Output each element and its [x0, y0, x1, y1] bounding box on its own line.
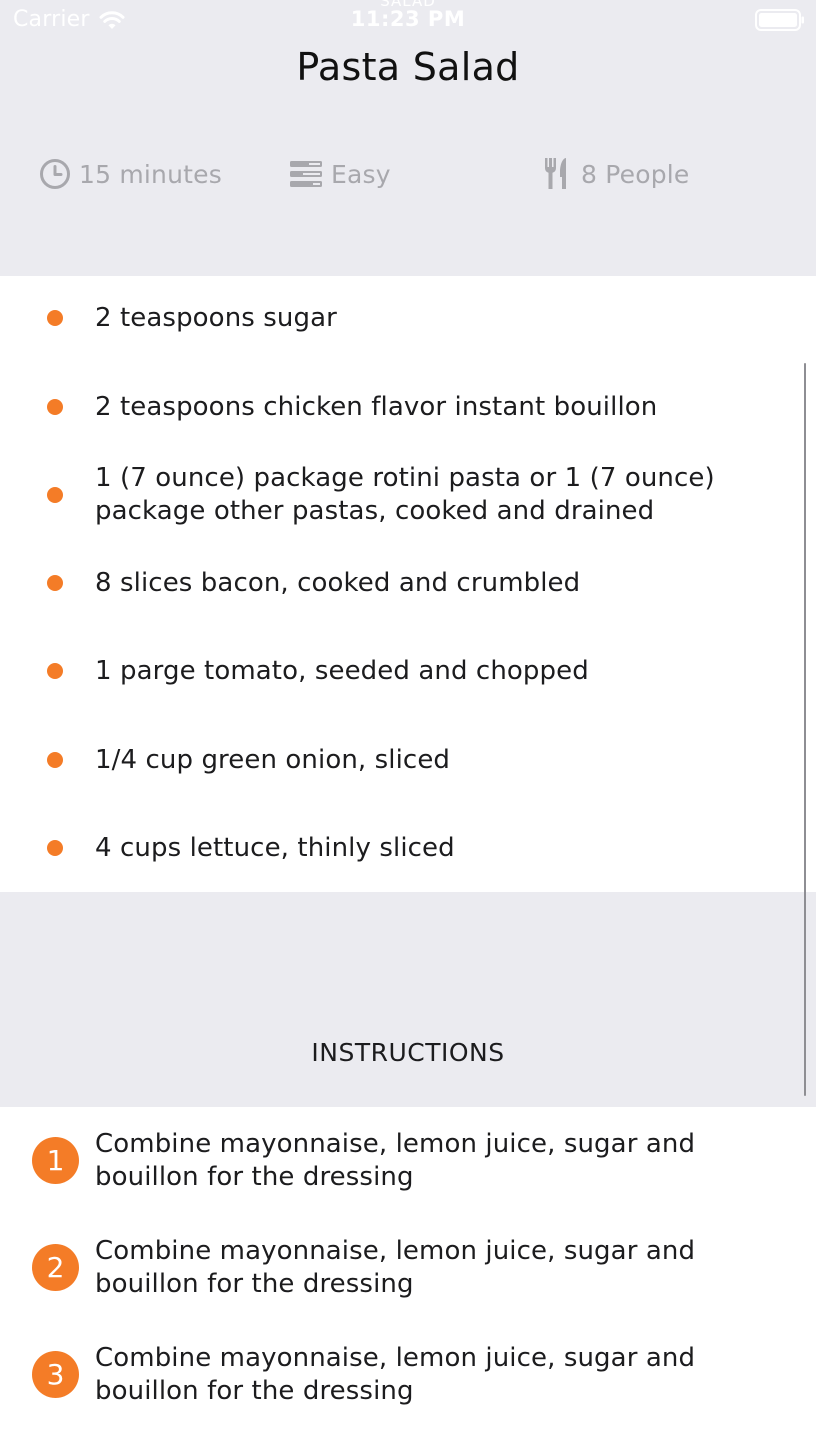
prep-time-label: 15 minutes: [79, 159, 222, 189]
step-text: Combine mayonnaise, lemon juice, sugar a…: [95, 1343, 696, 1406]
ingredients-list: 2 teaspoons sugar 2 teaspoons chicken fl…: [0, 276, 816, 892]
prep-time: 15 minutes: [39, 156, 222, 192]
clock-icon: [40, 159, 70, 189]
bullet-icon: [47, 663, 63, 679]
step-number-badge: 2: [32, 1244, 79, 1291]
battery-icon: [755, 9, 804, 31]
ingredient-text: 1 parge tomato, seeded and chopped: [95, 656, 589, 686]
difficulty-label: Easy: [331, 159, 391, 189]
ingredient-text: 1/4 cup green onion, sliced: [95, 745, 451, 775]
instructions-title: INSTRUCTIONS: [311, 1038, 505, 1067]
ingredient-text: 2 teaspoons chicken flavor instant bouil…: [95, 392, 658, 422]
recipe-title: Pasta Salad: [296, 45, 520, 89]
step-number-badge: 3: [32, 1351, 79, 1398]
bullet-icon: [47, 487, 63, 503]
bullet-icon: [47, 575, 63, 591]
utensils-icon: [544, 158, 566, 189]
status-time: 11:23 PM: [350, 7, 466, 31]
instructions-list: 1 Combine mayonnaise, lemon juice, sugar…: [0, 1107, 816, 1451]
ingredient-text: 4 cups lettuce, thinly sliced: [95, 833, 455, 863]
difficulty-icon: [290, 161, 322, 187]
ingredient-text: 8 slices bacon, cooked and crumbled: [95, 568, 581, 598]
servings: 8 People: [543, 156, 690, 192]
bullet-icon: [47, 310, 63, 326]
step-number-badge: 1: [32, 1137, 79, 1184]
instructions-section-header: INSTRUCTIONS: [0, 892, 816, 1107]
recipe-header: Carrier SALAD 11:23 PM Pasta Salad 15 mi…: [0, 0, 816, 276]
bullet-icon: [47, 752, 63, 768]
ingredient-text: 1 (7 ounce) package rotini pasta or 1 (7…: [95, 463, 715, 526]
vertical-scroll-indicator[interactable]: [804, 363, 806, 1096]
ingredient-text: 2 teaspoons sugar: [95, 303, 337, 333]
step-text: Combine mayonnaise, lemon juice, sugar a…: [95, 1129, 696, 1192]
difficulty: Easy: [289, 156, 391, 192]
status-bar: Carrier SALAD 11:23 PM: [0, 0, 816, 40]
step-text: Combine mayonnaise, lemon juice, sugar a…: [95, 1236, 696, 1299]
bullet-icon: [47, 399, 63, 415]
bullet-icon: [47, 840, 63, 856]
recipe-detail-screen: Carrier SALAD 11:23 PM Pasta Salad 15 mi…: [0, 0, 816, 1451]
servings-label: 8 People: [581, 159, 690, 189]
